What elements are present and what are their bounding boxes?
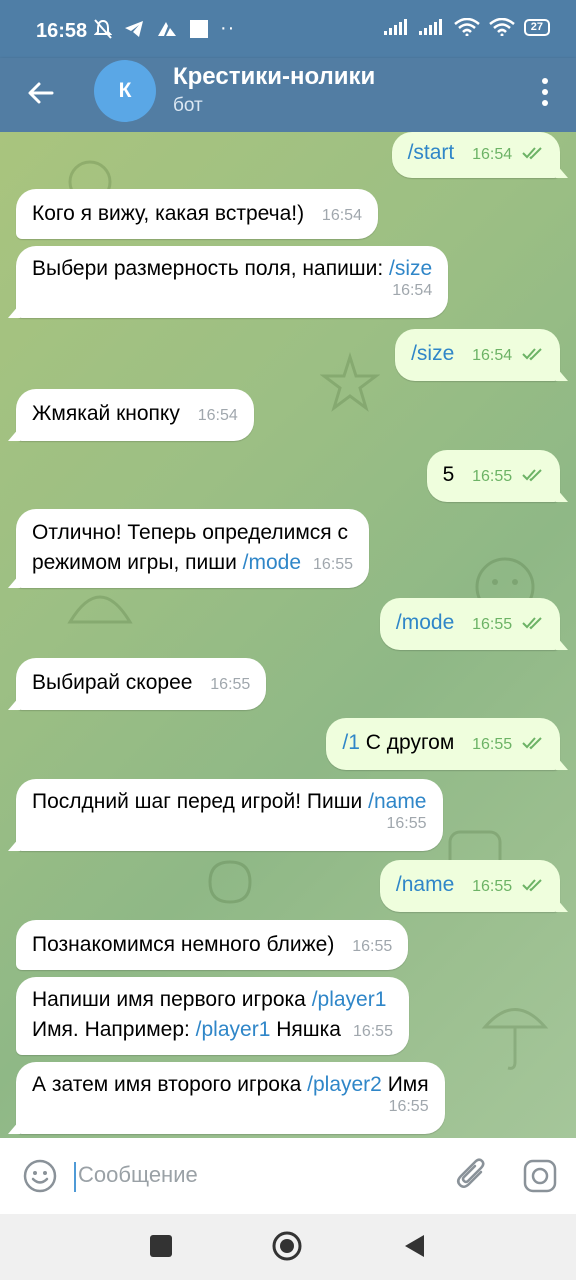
message-text: Кого я вижу, какая встреча!)	[32, 202, 305, 225]
command-link[interactable]: /mode	[396, 611, 454, 634]
message-time: 16:54	[197, 407, 238, 424]
telegram-icon	[125, 20, 143, 37]
message-incoming[interactable]: Выбирай скорее 16:55	[16, 658, 267, 710]
message-input[interactable]: Сообщение	[78, 1162, 198, 1188]
double-check-icon	[522, 737, 542, 750]
chat-title[interactable]: Крестики-нолики	[173, 63, 375, 91]
back-button[interactable]	[402, 1233, 426, 1259]
background-doodle-icon	[208, 860, 252, 904]
chat-header: К Крестики-нолики бот	[0, 58, 576, 132]
message-outgoing[interactable]: /size 16:54	[395, 329, 560, 381]
recents-button[interactable]	[150, 1235, 172, 1257]
double-check-icon	[522, 617, 542, 630]
message-text: Жмякай кнопку	[32, 402, 180, 425]
avatar[interactable]: К	[94, 60, 156, 122]
double-check-icon	[522, 348, 542, 361]
double-check-icon	[522, 879, 542, 892]
home-button[interactable]	[272, 1231, 302, 1261]
message-time: 16:55	[313, 556, 354, 573]
message-incoming[interactable]: Отлично! Теперь определимся с режимом иг…	[16, 509, 370, 588]
message-text: Няшка	[270, 1018, 341, 1041]
wifi-icon	[453, 18, 480, 36]
system-icons: 27	[383, 18, 550, 36]
background-doodle-icon	[481, 1008, 549, 1070]
message-text: режимом игры, пиши	[32, 551, 243, 574]
command-link[interactable]: /mode	[243, 551, 301, 574]
message-time: 16:54	[472, 146, 513, 163]
command-link[interactable]: /player2	[307, 1073, 382, 1096]
message-text: Выбери размерность поля, напиши:	[32, 257, 390, 280]
attach-paperclip-icon[interactable]	[454, 1156, 490, 1194]
message-time: 16:54	[472, 347, 513, 364]
chat-area[interactable]: /start 16:54 Кого я вижу, какая встреча!…	[0, 132, 576, 1138]
message-incoming[interactable]: Напиши имя первого игрока /player1 Имя. …	[16, 977, 409, 1055]
double-check-icon	[522, 147, 542, 160]
command-link[interactable]: /1	[342, 731, 360, 754]
message-text: С другом	[359, 731, 455, 754]
message-outgoing[interactable]: /mode 16:55	[379, 598, 560, 650]
mute-bell-icon	[94, 18, 112, 39]
text-cursor	[74, 1162, 76, 1192]
emoji-icon[interactable]	[22, 1158, 58, 1194]
message-text: Имя. Например:	[32, 1018, 196, 1041]
message-incoming[interactable]: Выбери размерность поля, напиши: /size 1…	[16, 246, 449, 318]
system-navigation-bar	[0, 1214, 576, 1280]
double-check-icon	[522, 469, 542, 482]
wifi-icon-2	[488, 18, 515, 36]
more-menu-icon[interactable]	[540, 76, 550, 108]
command-link[interactable]: /player1	[196, 1018, 271, 1041]
message-time: 16:55	[210, 676, 251, 693]
signal-icon	[383, 19, 407, 35]
back-arrow-icon[interactable]	[24, 76, 58, 110]
message-text: Напиши имя первого игрока	[32, 988, 312, 1011]
chat-subtitle: бот	[173, 95, 203, 116]
more-dots-icon: ··	[220, 17, 236, 39]
message-outgoing[interactable]: /start 16:54	[391, 132, 560, 178]
message-text: Имя	[381, 1073, 429, 1096]
message-text: 5	[442, 463, 455, 486]
message-text: Выбирай скорее	[32, 671, 193, 694]
message-incoming[interactable]: Познакомимся немного ближе) 16:55	[16, 920, 409, 970]
message-time: 16:55	[472, 616, 513, 633]
signal-icon-2	[418, 19, 442, 35]
message-time: 16:54	[321, 207, 362, 224]
message-time: 16:55	[352, 938, 393, 955]
message-incoming[interactable]: Кого я вижу, какая встреча!) 16:54	[16, 189, 378, 239]
message-time: 16:55	[352, 1023, 393, 1040]
message-text: Послдний шаг перед игрой! Пиши	[32, 790, 369, 813]
message-outgoing[interactable]: /1 С другом 16:55	[326, 718, 560, 770]
notification-icons: ··	[94, 17, 235, 40]
command-link[interactable]: /size	[389, 257, 432, 280]
message-text: Отлично! Теперь определимся с	[32, 521, 349, 544]
message-text: А затем имя второго игрока	[32, 1073, 308, 1096]
message-time: 16:54	[392, 282, 433, 299]
message-incoming[interactable]: Послдний шаг перед игрой! Пиши /name 16:…	[16, 779, 443, 851]
battery-icon: 27	[523, 18, 550, 36]
message-time: 16:55	[472, 468, 513, 485]
app-icon	[158, 21, 176, 36]
message-incoming[interactable]: А затем имя второго игрока /player2 Имя …	[16, 1062, 445, 1134]
message-text: Познакомимся немного ближе)	[32, 933, 335, 956]
message-time: 16:55	[472, 878, 513, 895]
command-link[interactable]: /player1	[312, 988, 387, 1011]
message-time: 16:55	[472, 736, 513, 753]
command-link[interactable]: /name	[368, 790, 426, 813]
status-time: 16:58	[36, 20, 88, 42]
command-link[interactable]: /size	[411, 342, 454, 365]
background-doodle-icon	[320, 352, 380, 412]
camera-icon[interactable]	[522, 1158, 558, 1194]
status-bar: 16:58 ·· 27	[0, 0, 576, 58]
message-composer: Сообщение	[0, 1138, 576, 1214]
command-link[interactable]: /name	[396, 873, 454, 896]
square-icon	[190, 19, 208, 38]
message-outgoing[interactable]: 5 16:55	[426, 450, 560, 502]
message-time: 16:55	[386, 815, 427, 832]
message-incoming[interactable]: Жмякай кнопку 16:54	[16, 389, 254, 441]
message-outgoing[interactable]: /name 16:55	[379, 860, 560, 912]
message-time: 16:55	[388, 1098, 429, 1115]
command-link[interactable]: /start	[408, 141, 455, 164]
